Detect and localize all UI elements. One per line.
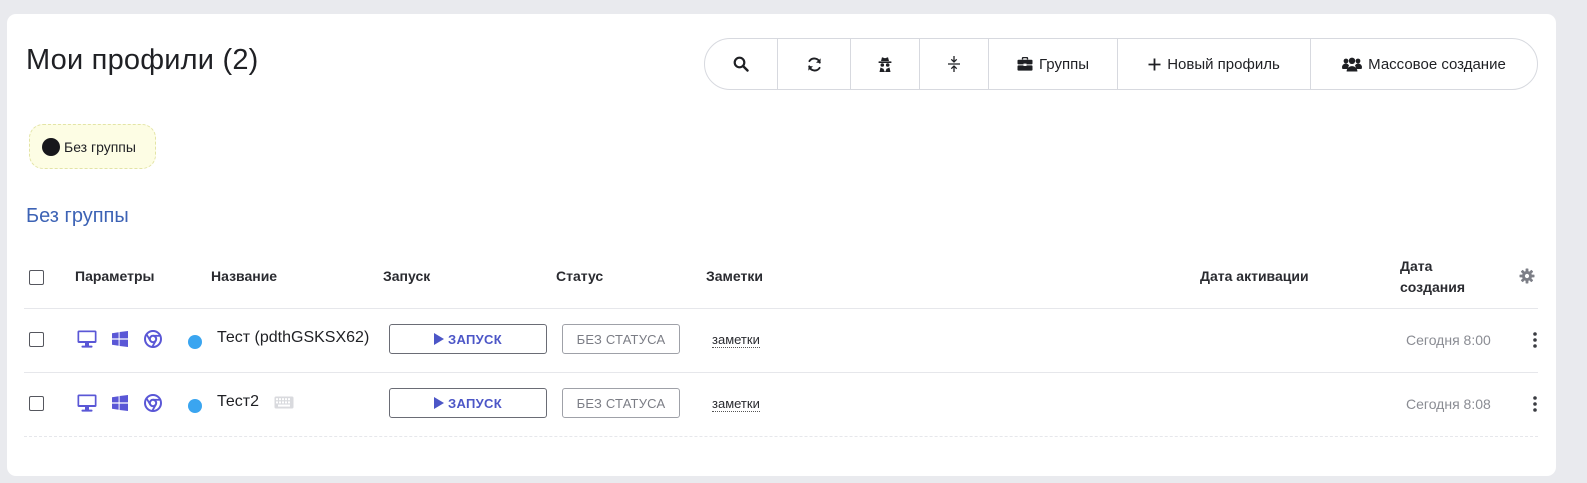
- group-heading[interactable]: Без группы: [26, 205, 129, 228]
- header-launch: Запуск: [383, 268, 431, 284]
- row-checkbox[interactable]: [29, 332, 44, 347]
- more-vertical-icon[interactable]: [1532, 395, 1538, 413]
- mass-create-button[interactable]: Массовое создание: [1311, 39, 1537, 89]
- chrome-icon: [144, 330, 162, 348]
- row-checkbox[interactable]: [29, 396, 44, 411]
- header-created-date[interactable]: Дата создания: [1400, 256, 1465, 298]
- compress-vertical-icon: [948, 56, 960, 72]
- group-filter-label: Без группы: [64, 138, 136, 155]
- windows-icon: [112, 331, 128, 347]
- status-button[interactable]: БЕЗ СТАТУСА: [562, 388, 680, 418]
- table-row: Тест2 ЗАПУСК БЕЗ СТАТУСА заметки Сегодня…: [24, 373, 1538, 437]
- launch-button[interactable]: ЗАПУСК: [389, 388, 547, 418]
- profiles-table: Параметры Название Запуск Статус Заметки…: [24, 254, 1538, 437]
- table-header: Параметры Название Запуск Статус Заметки…: [24, 254, 1538, 309]
- profiles-card: Мои профили (2) Группы Новый профиль Мас…: [7, 14, 1556, 476]
- page-title: Мои профили (2): [26, 44, 259, 76]
- new-profile-button-label: Новый профиль: [1167, 55, 1280, 73]
- more-vertical-icon[interactable]: [1532, 331, 1538, 349]
- profile-name[interactable]: Тест (pdthGSKSX62): [217, 329, 369, 347]
- plus-icon: [1148, 58, 1161, 70]
- incognito-button[interactable]: [851, 39, 920, 89]
- group-filter-chip[interactable]: Без группы: [29, 124, 156, 169]
- header-notes: Заметки: [706, 268, 763, 284]
- incognito-icon: [878, 56, 892, 72]
- new-profile-button[interactable]: Новый профиль: [1118, 39, 1311, 89]
- desktop-icon: [77, 394, 97, 412]
- groups-button-label: Группы: [1039, 55, 1089, 73]
- play-icon: [434, 397, 445, 409]
- toolbar: Группы Новый профиль Массовое создание: [704, 38, 1538, 90]
- groups-button[interactable]: Группы: [989, 39, 1118, 89]
- briefcase-icon: [1017, 57, 1033, 71]
- group-color-dot: [42, 137, 60, 156]
- header-created-date-line1: Дата: [1400, 258, 1433, 274]
- keyboard-icon: [274, 396, 294, 409]
- refresh-button[interactable]: [778, 39, 851, 89]
- created-date: Сегодня 8:08: [1406, 396, 1491, 412]
- header-status[interactable]: Статус: [556, 268, 603, 284]
- compress-button[interactable]: [920, 39, 989, 89]
- header-params: Параметры: [75, 268, 155, 284]
- launch-button-label: ЗАПУСК: [448, 331, 502, 347]
- profile-name[interactable]: Тест2: [217, 393, 259, 411]
- header-created-date-line2: создания: [1400, 279, 1466, 295]
- notes-field[interactable]: заметки: [712, 397, 760, 412]
- launch-button-label: ЗАПУСК: [448, 395, 502, 411]
- status-dot: [188, 399, 202, 413]
- refresh-icon: [807, 57, 821, 71]
- search-icon: [733, 56, 749, 72]
- notes-field[interactable]: заметки: [712, 333, 760, 348]
- table-row: Тест (pdthGSKSX62) ЗАПУСК БЕЗ СТАТУСА за…: [24, 309, 1538, 373]
- gear-icon[interactable]: [1519, 268, 1535, 284]
- status-dot: [188, 335, 202, 349]
- users-icon: [1342, 57, 1363, 71]
- select-all-checkbox[interactable]: [29, 270, 44, 285]
- created-date: Сегодня 8:00: [1406, 332, 1491, 348]
- launch-button[interactable]: ЗАПУСК: [389, 324, 547, 354]
- header-activation-date[interactable]: Дата активации: [1200, 268, 1309, 284]
- chrome-icon: [144, 394, 162, 412]
- mass-create-button-label: Массовое создание: [1368, 55, 1506, 73]
- windows-icon: [112, 395, 128, 411]
- header-name[interactable]: Название: [211, 268, 277, 284]
- search-button[interactable]: [705, 39, 778, 89]
- status-button[interactable]: БЕЗ СТАТУСА: [562, 324, 680, 354]
- play-icon: [434, 333, 445, 345]
- desktop-icon: [77, 330, 97, 348]
